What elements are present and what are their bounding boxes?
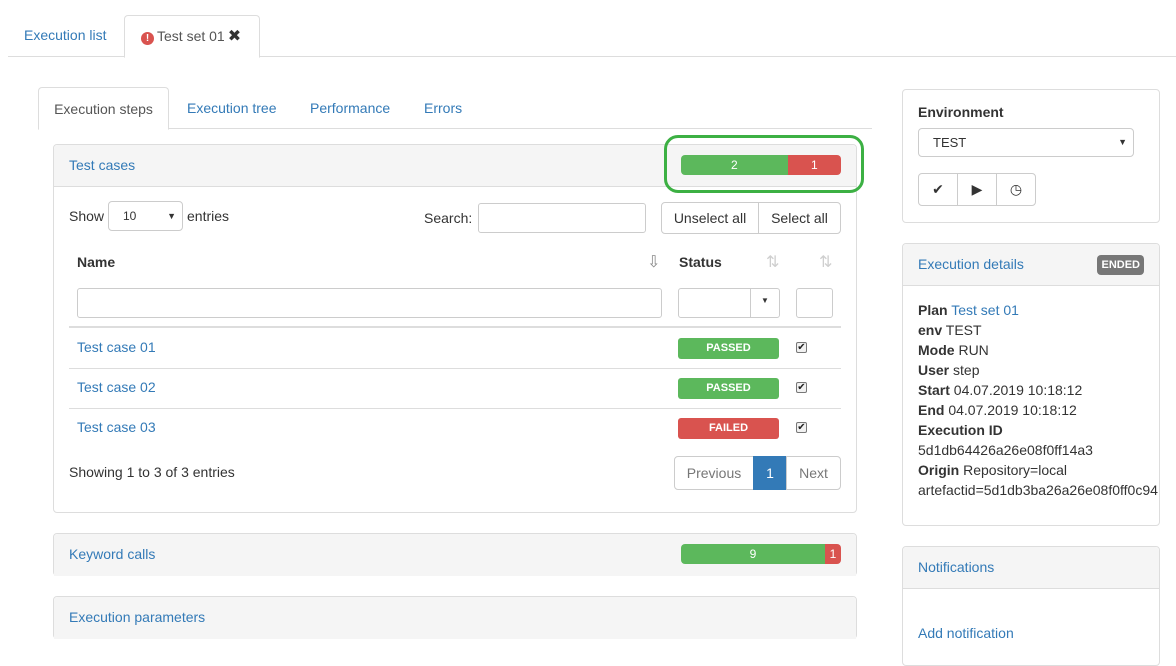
check-icon: ✔: [932, 181, 944, 197]
test-case-link[interactable]: Test case 02: [77, 379, 156, 395]
search-input[interactable]: [478, 203, 646, 233]
execution-tabs: Execution steps Execution tree Performan…: [38, 87, 872, 130]
tab-test-set-label: Test set 01: [157, 28, 225, 44]
row-checkbox[interactable]: ✔: [796, 342, 807, 353]
check-button[interactable]: ✔: [918, 173, 958, 206]
header-divider: [69, 326, 841, 328]
page-size-select[interactable]: 10 ▼: [108, 201, 183, 231]
execution-parameters-heading[interactable]: Execution parameters: [54, 597, 856, 639]
detail-end: End 04.07.2019 10:18:12: [918, 402, 1077, 418]
column-header-status[interactable]: Status: [679, 254, 722, 270]
table-info: Showing 1 to 3 of 3 entries: [69, 464, 235, 480]
plan-link[interactable]: Test set 01: [951, 302, 1019, 318]
tab-errors[interactable]: Errors: [424, 87, 462, 129]
notifications-heading[interactable]: Notifications: [903, 547, 1159, 589]
detail-execution-id-value: 5d1db64426a26e08f0ff14a3: [918, 442, 1093, 458]
keyword-calls-title: Keyword calls: [69, 546, 156, 562]
test-cases-title: Test cases: [69, 157, 136, 173]
select-all-button[interactable]: Select all: [758, 202, 841, 234]
next-page-button[interactable]: Next: [786, 456, 841, 490]
clock-icon: ◷: [1009, 181, 1023, 197]
failed-count-bar: 1: [787, 155, 841, 175]
keyword-calls-progress: 9 1: [681, 544, 841, 564]
passed-count-bar: 2: [681, 155, 788, 175]
previous-page-button[interactable]: Previous: [674, 456, 754, 490]
test-case-link[interactable]: Test case 01: [77, 339, 156, 355]
sort-icon[interactable]: ⇅: [819, 252, 832, 272]
failed-count-bar: 1: [825, 544, 841, 564]
detail-mode: Mode RUN: [918, 342, 989, 358]
detail-execution-id-label: Execution ID: [918, 422, 1003, 438]
environment-value: TEST: [933, 135, 967, 150]
exclamation-circle-icon: !: [141, 32, 154, 45]
row-checkbox[interactable]: ✔: [796, 422, 807, 433]
play-icon: ▶: [971, 181, 983, 197]
detail-user: User step: [918, 362, 980, 378]
page-size-value: 10: [123, 209, 137, 223]
show-label: Show: [69, 208, 105, 224]
schedule-button[interactable]: ◷: [996, 173, 1036, 206]
close-icon[interactable]: ✖: [228, 28, 241, 45]
caret-down-icon: ▼: [761, 296, 769, 305]
tab-test-set[interactable]: ! Test set 01 ✖: [124, 15, 260, 58]
tab-execution-list[interactable]: Execution list: [8, 15, 122, 57]
status-badge: ENDED: [1097, 255, 1144, 275]
detail-env: env TEST: [918, 322, 982, 338]
tab-execution-tree[interactable]: Execution tree: [187, 87, 277, 129]
status-badge: PASSED: [678, 378, 779, 399]
status-badge: FAILED: [678, 418, 779, 439]
row-divider: [69, 408, 841, 409]
tab-performance[interactable]: Performance: [310, 87, 390, 129]
search-label: Search:: [424, 210, 473, 226]
status-filter-select[interactable]: ▼: [678, 288, 780, 318]
notifications-panel: Notifications: [902, 546, 1160, 666]
name-filter-input[interactable]: [77, 288, 662, 318]
add-notification-link[interactable]: Add notification: [918, 625, 1014, 641]
execution-details-title: Execution details: [918, 256, 1024, 272]
test-case-link[interactable]: Test case 03: [77, 419, 156, 435]
tab-execution-steps[interactable]: Execution steps: [38, 87, 169, 130]
environment-select[interactable]: TEST ▼: [918, 128, 1134, 157]
environment-title: Environment: [918, 104, 1004, 120]
unselect-all-button[interactable]: Unselect all: [661, 202, 759, 234]
top-tab-bar: Execution list ! Test set 01 ✖: [8, 15, 1176, 58]
execution-details-heading[interactable]: Execution details ENDED: [903, 244, 1159, 286]
execution-parameters-title: Execution parameters: [69, 609, 206, 625]
detail-origin: Origin Repository=local: [918, 462, 1068, 478]
detail-plan: Plan Test set 01: [918, 302, 1019, 318]
row-divider: [69, 368, 841, 369]
status-filter-toggle[interactable]: ▼: [750, 289, 779, 317]
notifications-title: Notifications: [918, 559, 995, 575]
row-checkbox[interactable]: ✔: [796, 382, 807, 393]
chevron-down-icon: ▼: [1118, 137, 1127, 147]
entries-label: entries: [187, 208, 230, 224]
sort-desc-icon[interactable]: ⇩: [647, 252, 660, 272]
run-button[interactable]: ▶: [957, 173, 997, 206]
column-header-name[interactable]: Name: [77, 254, 115, 270]
status-badge: PASSED: [678, 338, 779, 359]
sort-icon[interactable]: ⇅: [766, 252, 779, 272]
test-cases-progress: 2 1: [681, 155, 841, 175]
execution-parameters-panel: Execution parameters: [53, 596, 857, 639]
passed-count-bar: 9: [681, 544, 825, 564]
page-1-button[interactable]: 1: [753, 456, 787, 490]
detail-start: Start 04.07.2019 10:18:12: [918, 382, 1083, 398]
detail-origin-artefact: artefactid=5d1db3ba26a26e08f0ff0c94: [918, 482, 1158, 498]
chevron-down-icon: ▼: [167, 211, 176, 221]
select-filter-input[interactable]: [796, 288, 833, 318]
